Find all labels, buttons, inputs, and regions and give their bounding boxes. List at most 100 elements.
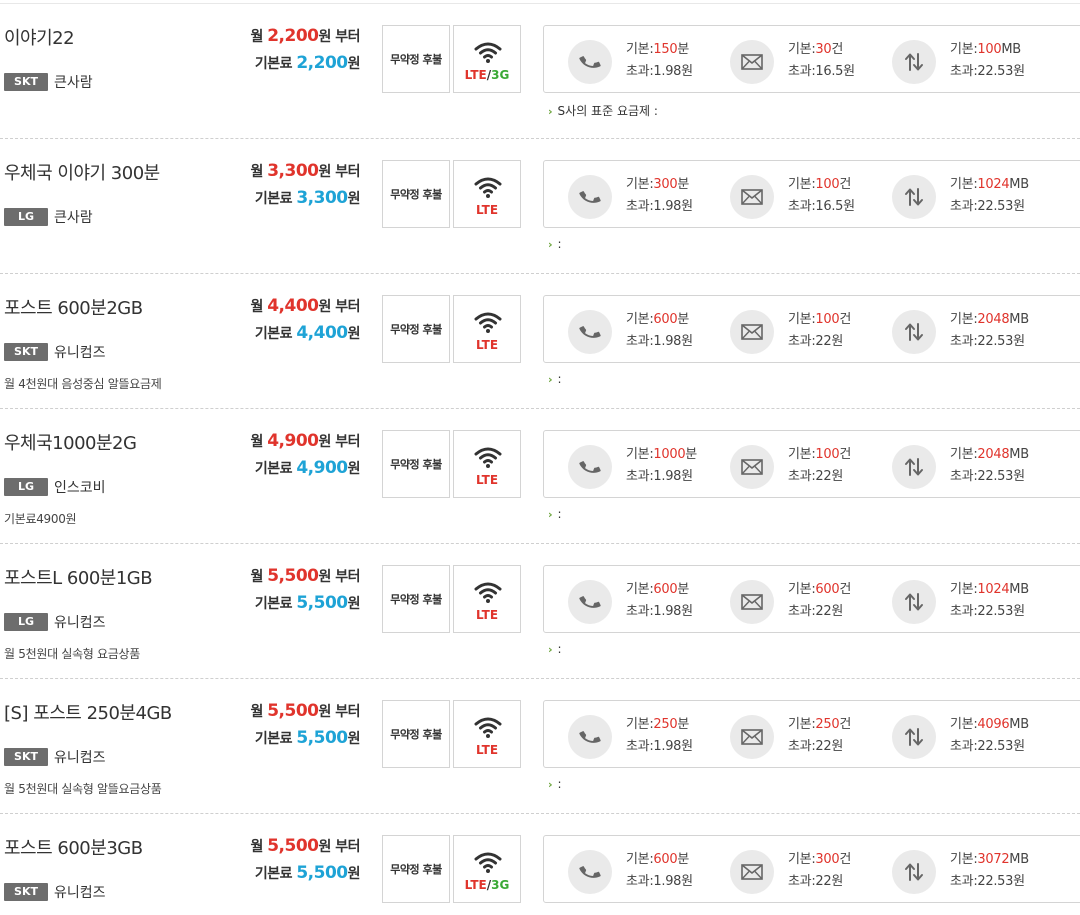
- data-basic-value: 1024: [977, 177, 1010, 192]
- plan-name[interactable]: 이야기22: [4, 24, 75, 50]
- price-prefix: 월: [250, 29, 263, 45]
- data-basic-value: 2048: [977, 447, 1010, 462]
- data-basic: 기본:1024MB: [950, 579, 1029, 601]
- plan-name[interactable]: 포스트L 600분1GB: [4, 564, 153, 590]
- data-text: 기본:3072MB 초과:22.53원: [950, 849, 1029, 893]
- plan-name[interactable]: 우체국1000분2G: [4, 429, 137, 455]
- voice-excess: 초과:1.98원: [626, 196, 693, 218]
- contract-type-box: 무약정 후불: [382, 25, 450, 93]
- data-icon-circle: [892, 850, 936, 894]
- plan-name[interactable]: 포스트 600분3GB: [4, 834, 143, 860]
- data-basic-label: 기본:: [950, 312, 978, 327]
- sms-basic-label: 기본:: [788, 852, 816, 867]
- data-icon-circle: [892, 445, 936, 489]
- sms-excess-label: 초과:: [788, 469, 816, 484]
- sms-excess-value: 16.5원: [815, 64, 855, 79]
- plan-row[interactable]: 우체국1000분2G LG 인스코비 기본료4900원 월 4,900원 부터 …: [0, 409, 1080, 544]
- data-excess: 초과:22.53원: [950, 871, 1029, 893]
- carrier-badge: SKT: [4, 343, 48, 361]
- data-basic-value: 4096: [977, 717, 1010, 732]
- contract-type-label: 무약정 후불: [390, 593, 442, 606]
- phone-icon: [579, 731, 601, 743]
- wifi-icon: [474, 582, 502, 603]
- data-basic-label: 기본:: [950, 852, 978, 867]
- mail-icon: [741, 189, 763, 205]
- carrier-badge: SKT: [4, 748, 48, 766]
- sms-basic: 기본:100건: [788, 309, 851, 331]
- plan-row[interactable]: 포스트 600분2GB SKT 유니컴즈 월 4천원대 음성중심 알뜰요금제 월…: [0, 274, 1080, 409]
- base-fee: 기본료 5,500원: [255, 863, 361, 883]
- data-basic: 기본:100MB: [950, 39, 1025, 61]
- monthly-price-value: 2,200: [267, 26, 319, 46]
- data-excess-label: 초과:: [950, 874, 978, 889]
- voice-basic: 기본:300분: [626, 174, 693, 196]
- phone-icon-circle: [568, 175, 612, 219]
- data-basic: 기본:1024MB: [950, 174, 1029, 196]
- sms-basic-label: 기본:: [788, 582, 816, 597]
- voice-basic: 기본:600분: [626, 309, 693, 331]
- data-basic: 기본:2048MB: [950, 444, 1029, 466]
- voice-unit: 분: [677, 177, 689, 192]
- network-type-box: LTE/3G: [453, 25, 521, 93]
- data-basic-label: 기본:: [950, 177, 978, 192]
- mvno-name: 유니컴즈: [54, 750, 106, 766]
- monthly-price: 월 2,200원 부터: [250, 26, 360, 46]
- plan-description: 월 4천원대 음성중심 알뜰요금제: [4, 377, 162, 391]
- monthly-price: 월 5,500원 부터: [250, 566, 360, 586]
- carrier-badge: LG: [4, 613, 48, 631]
- plan-row[interactable]: [S] 포스트 250분4GB SKT 유니컴즈 월 5천원대 실속형 알뜰요금…: [0, 679, 1080, 814]
- voice-unit: 분: [677, 582, 689, 597]
- carrier-info: LG 인스코비: [4, 477, 106, 497]
- mail-icon: [741, 864, 763, 880]
- data-basic: 기본:4096MB: [950, 714, 1029, 736]
- monthly-price-value: 5,500: [267, 836, 319, 856]
- base-suffix: 원: [347, 596, 361, 612]
- mail-icon-circle: [730, 445, 774, 489]
- plan-row[interactable]: 우체국 이야기 300분 LG 큰사람 월 3,300원 부터 기본료 3,30…: [0, 139, 1080, 274]
- voice-excess-label: 초과:: [626, 874, 654, 889]
- base-fee-value: 2,200: [296, 53, 348, 73]
- sms-basic: 기본:100건: [788, 444, 851, 466]
- data-icon-circle: [892, 310, 936, 354]
- plan-name[interactable]: [S] 포스트 250분4GB: [4, 699, 172, 725]
- data-unit: MB: [1009, 312, 1029, 327]
- 3g-label: 3G: [491, 878, 510, 892]
- voice-basic-value: 250: [653, 717, 678, 732]
- sms-excess-label: 초과:: [788, 739, 816, 754]
- sms-excess-value: 16.5원: [815, 199, 855, 214]
- price-prefix: 월: [250, 839, 263, 855]
- data-excess-value: 22.53원: [977, 199, 1025, 214]
- voice-excess-label: 초과:: [626, 199, 654, 214]
- base-fee: 기본료 5,500원: [255, 593, 361, 613]
- voice-basic-label: 기본:: [626, 447, 654, 462]
- data-transfer-icon: [905, 323, 923, 341]
- voice-excess-value: 1.98원: [653, 604, 693, 619]
- plan-note: ›:: [548, 642, 562, 656]
- mail-icon-circle: [730, 715, 774, 759]
- mvno-name: 큰사람: [54, 210, 93, 226]
- mail-icon-circle: [730, 40, 774, 84]
- voice-unit: 분: [677, 717, 689, 732]
- price-suffix: 원 부터: [318, 164, 360, 180]
- monthly-price: 월 5,500원 부터: [250, 701, 360, 721]
- contract-type-label: 무약정 후불: [390, 323, 442, 336]
- data-excess-value: 22.53원: [977, 469, 1025, 484]
- plan-name[interactable]: 포스트 600분2GB: [4, 294, 143, 320]
- data-text: 기본:2048MB 초과:22.53원: [950, 309, 1029, 353]
- data-transfer-icon: [905, 53, 923, 71]
- contract-type-box: 무약정 후불: [382, 430, 450, 498]
- plan-row[interactable]: 포스트 600분3GB SKT 유니컴즈 월 5,500원 부터 기본료 5,5…: [0, 814, 1080, 915]
- data-transfer-icon: [905, 863, 923, 881]
- plan-name[interactable]: 우체국 이야기 300분: [4, 159, 160, 185]
- voice-excess-value: 1.98원: [653, 874, 693, 889]
- base-fee: 기본료 5,500원: [255, 728, 361, 748]
- voice-unit: 분: [677, 852, 689, 867]
- price-prefix: 월: [250, 434, 263, 450]
- sms-basic-value: 100: [815, 447, 840, 462]
- plan-row[interactable]: 포스트L 600분1GB LG 유니컴즈 월 5천원대 실속형 요금상품 월 5…: [0, 544, 1080, 679]
- usage-info-box: 기본:1000분 초과:1.98원 기본:100건 초과:22원 기본:2048…: [543, 430, 1080, 498]
- network-type-box: LTE: [453, 160, 521, 228]
- plan-row[interactable]: 이야기22 SKT 큰사람 월 2,200원 부터 기본료 2,200원 무약정…: [0, 4, 1080, 139]
- contract-type-label: 무약정 후불: [390, 53, 442, 66]
- sms-unit: 건: [839, 852, 851, 867]
